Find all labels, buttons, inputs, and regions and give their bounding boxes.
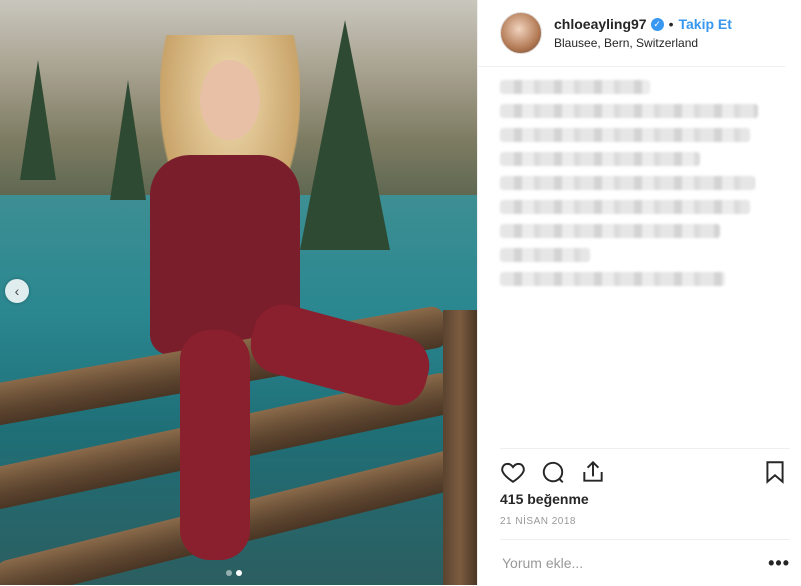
share-icon: [583, 460, 603, 482]
blurred-text-line: [500, 200, 750, 214]
bookmark-icon: [766, 461, 784, 484]
blurred-text-line: [500, 80, 650, 94]
comment-button[interactable]: [540, 459, 568, 487]
pine-tree: [20, 60, 56, 180]
username-link[interactable]: chloeayling97: [554, 16, 647, 32]
blurred-text-line: [500, 272, 725, 286]
save-button[interactable]: [762, 459, 790, 487]
fence-post: [443, 310, 477, 585]
more-options-icon[interactable]: •••: [768, 553, 790, 574]
chevron-left-icon: ‹: [14, 283, 20, 299]
carousel-prev-button[interactable]: ‹: [5, 279, 29, 303]
share-button[interactable]: [580, 459, 608, 487]
pine-tree: [110, 80, 146, 200]
carousel-dot-active: [236, 570, 242, 576]
post-header: chloeayling97 ✓ • Takip Et Blausee, Bern…: [478, 0, 785, 67]
likes-count[interactable]: 415 beğenme: [500, 491, 589, 507]
comment-bar: •••: [500, 539, 790, 586]
action-bar: [500, 448, 790, 487]
post-date[interactable]: 21 NİSAN 2018: [500, 516, 576, 527]
blurred-text-line: [500, 248, 590, 262]
comment-icon: [542, 461, 564, 483]
heart-icon: [501, 462, 525, 483]
instagram-post: ‹ chloeayling97 ✓ • Takip Et Blausee, Be…: [0, 0, 801, 585]
carousel-indicator: [226, 570, 242, 576]
pine-tree: [300, 20, 390, 250]
location-link[interactable]: Blausee, Bern, Switzerland: [554, 36, 732, 50]
blurred-caption: [500, 80, 770, 296]
follow-button[interactable]: Takip Et: [679, 16, 732, 32]
carousel-dot: [226, 570, 232, 576]
blurred-text-line: [500, 152, 700, 166]
blurred-text-line: [500, 104, 758, 118]
post-sidebar: chloeayling97 ✓ • Takip Et Blausee, Bern…: [477, 0, 801, 585]
separator: •: [668, 16, 674, 32]
post-photo[interactable]: ‹: [0, 0, 477, 585]
blurred-text-line: [500, 176, 755, 190]
verified-badge-icon: ✓: [650, 17, 664, 31]
blurred-text-line: [500, 224, 720, 238]
avatar[interactable]: [500, 12, 542, 54]
comment-input[interactable]: [500, 554, 763, 572]
red-leggings: [180, 330, 250, 560]
like-button[interactable]: [500, 459, 528, 487]
face: [200, 60, 260, 140]
blurred-text-line: [500, 128, 750, 142]
